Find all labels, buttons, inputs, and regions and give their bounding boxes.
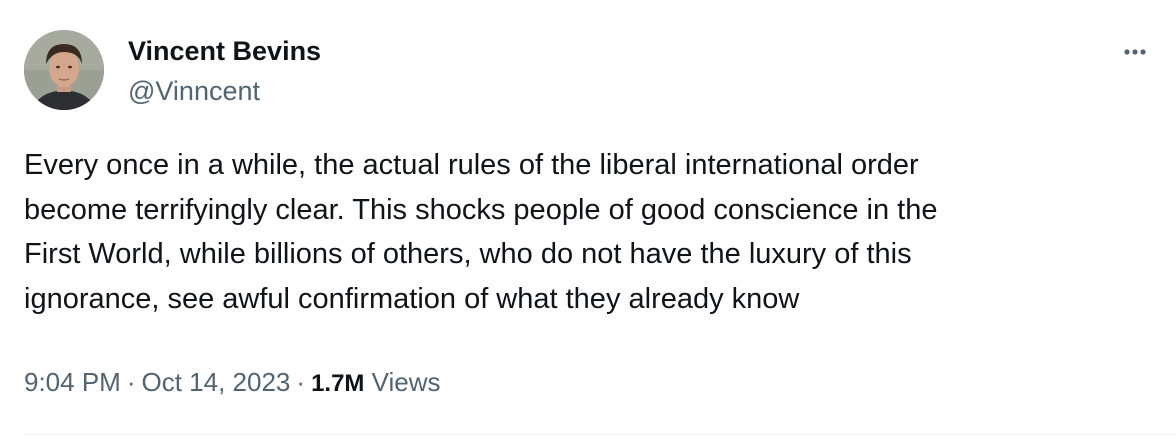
meta-separator: · <box>126 367 136 397</box>
tweet-card: Vincent Bevins @Vinncent Every once in a… <box>0 0 1176 438</box>
author-name[interactable]: Vincent Bevins <box>128 35 321 67</box>
tweet-text-line: First World, while billions of others, w… <box>24 238 912 270</box>
more-options-button[interactable] <box>1118 42 1152 62</box>
views-label: Views <box>371 367 441 397</box>
avatar[interactable] <box>24 30 104 110</box>
tweet-meta: 9:04 PM · Oct 14, 2023 · 1.7M Views <box>24 364 441 402</box>
more-horizontal-icon <box>1124 49 1146 55</box>
tweet-time[interactable]: 9:04 PM <box>24 367 121 397</box>
tweet-text: Every once in a while, the actual rules … <box>24 143 1152 321</box>
tweet-text-line: Every once in a while, the actual rules … <box>24 149 919 181</box>
tweet-text-line: ignorance, see awful confirmation of wha… <box>24 282 800 315</box>
meta-separator: · <box>296 367 306 397</box>
divider <box>24 434 1176 435</box>
tweet-date[interactable]: Oct 14, 2023 <box>142 367 291 397</box>
avatar-photo <box>24 30 104 110</box>
tweet-text-line: become terrifyingly clear. This shocks p… <box>24 193 938 226</box>
views-count: 1.7M <box>311 370 365 397</box>
author-handle[interactable]: @Vinncent <box>128 75 260 107</box>
